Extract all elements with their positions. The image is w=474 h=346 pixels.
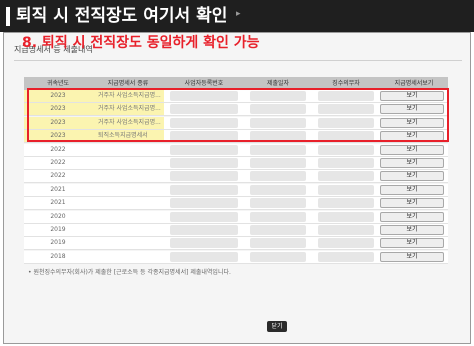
- title-banner: 퇴직 시 전직장도 여기서 확인 ▸: [0, 0, 474, 32]
- blurred-business-number: [170, 238, 238, 249]
- blurred-submit-date: [250, 184, 306, 195]
- row-statement-type: [92, 224, 164, 236]
- banner-accent-bar: [6, 7, 10, 26]
- blurred-submit-date: [250, 171, 306, 182]
- blurred-withholding-agent: [318, 184, 374, 195]
- blurred-submit-date: [250, 198, 306, 209]
- row-year: 2021: [50, 199, 66, 207]
- blurred-withholding-agent: [318, 225, 374, 235]
- table-row: 2019 보기: [24, 237, 448, 251]
- blurred-submit-date: [250, 144, 306, 155]
- blurred-business-number: [170, 171, 238, 182]
- row-year: 2022: [50, 159, 66, 166]
- view-button[interactable]: 보기: [380, 158, 444, 168]
- blurred-business-number: [170, 158, 238, 168]
- table-row: 2022 보기: [24, 157, 448, 170]
- row-year: 2019: [50, 226, 66, 233]
- table-row: 2022 보기: [24, 143, 448, 157]
- blurred-submit-date: [250, 238, 306, 249]
- blurred-withholding-agent: [318, 251, 374, 262]
- row-statement-type: [92, 157, 164, 169]
- row-statement-type: [92, 144, 164, 156]
- blurred-withholding-agent: [318, 158, 374, 168]
- table-row: 2018 보기: [24, 250, 448, 264]
- row-statement-type: [92, 184, 164, 196]
- blurred-business-number: [170, 251, 238, 262]
- blurred-business-number: [170, 225, 238, 235]
- row-statement-type: [92, 211, 164, 223]
- row-year: 2019: [50, 239, 66, 247]
- row-year: 2021: [50, 185, 66, 193]
- view-button[interactable]: 보기: [380, 211, 444, 222]
- notice-text: • 원천징수의무자(회사)가 제출한 [근로소득 등 각종지급명세서] 제출내역…: [28, 269, 231, 276]
- row-statement-type: [92, 170, 164, 182]
- blurred-business-number: [170, 211, 238, 222]
- view-button[interactable]: 보기: [380, 238, 444, 249]
- close-button[interactable]: 닫기: [267, 321, 287, 332]
- table-row: 2019 보기: [24, 224, 448, 237]
- view-button[interactable]: 보기: [380, 225, 444, 235]
- row-year: 2020: [50, 212, 66, 220]
- view-button[interactable]: 보기: [380, 144, 444, 155]
- blurred-submit-date: [250, 158, 306, 168]
- row-statement-type: [92, 197, 164, 209]
- view-button[interactable]: 보기: [380, 184, 444, 195]
- blurred-withholding-agent: [318, 171, 374, 182]
- blurred-submit-date: [250, 225, 306, 235]
- view-button[interactable]: 보기: [380, 171, 444, 182]
- blurred-withholding-agent: [318, 211, 374, 222]
- row-year: 2018: [50, 252, 66, 260]
- blurred-withholding-agent: [318, 238, 374, 249]
- view-button[interactable]: 보기: [380, 251, 444, 262]
- cursor-marker-icon: ▸: [236, 9, 241, 19]
- row-year: 2022: [50, 145, 66, 153]
- blurred-submit-date: [250, 211, 306, 222]
- table-row: 2022 보기: [24, 170, 448, 184]
- row-statement-type: [92, 237, 164, 249]
- view-button[interactable]: 보기: [380, 198, 444, 209]
- annotation-callout: 8. 퇴직 시 전직장도 동일하게 확인 가능: [22, 35, 260, 51]
- table-row: 2021 보기: [24, 183, 448, 197]
- banner-title: 퇴직 시 전직장도 여기서 확인: [16, 6, 228, 26]
- blurred-business-number: [170, 198, 238, 209]
- highlight-box: [27, 88, 449, 142]
- blurred-business-number: [170, 184, 238, 195]
- table-row: 2020 보기: [24, 210, 448, 224]
- row-statement-type: [92, 251, 164, 263]
- row-year: 2022: [50, 172, 66, 180]
- blurred-submit-date: [250, 251, 306, 262]
- blurred-withholding-agent: [318, 198, 374, 209]
- blurred-withholding-agent: [318, 144, 374, 155]
- blurred-business-number: [170, 144, 238, 155]
- window-title-divider: [14, 60, 462, 61]
- table-row: 2021 보기: [24, 197, 448, 211]
